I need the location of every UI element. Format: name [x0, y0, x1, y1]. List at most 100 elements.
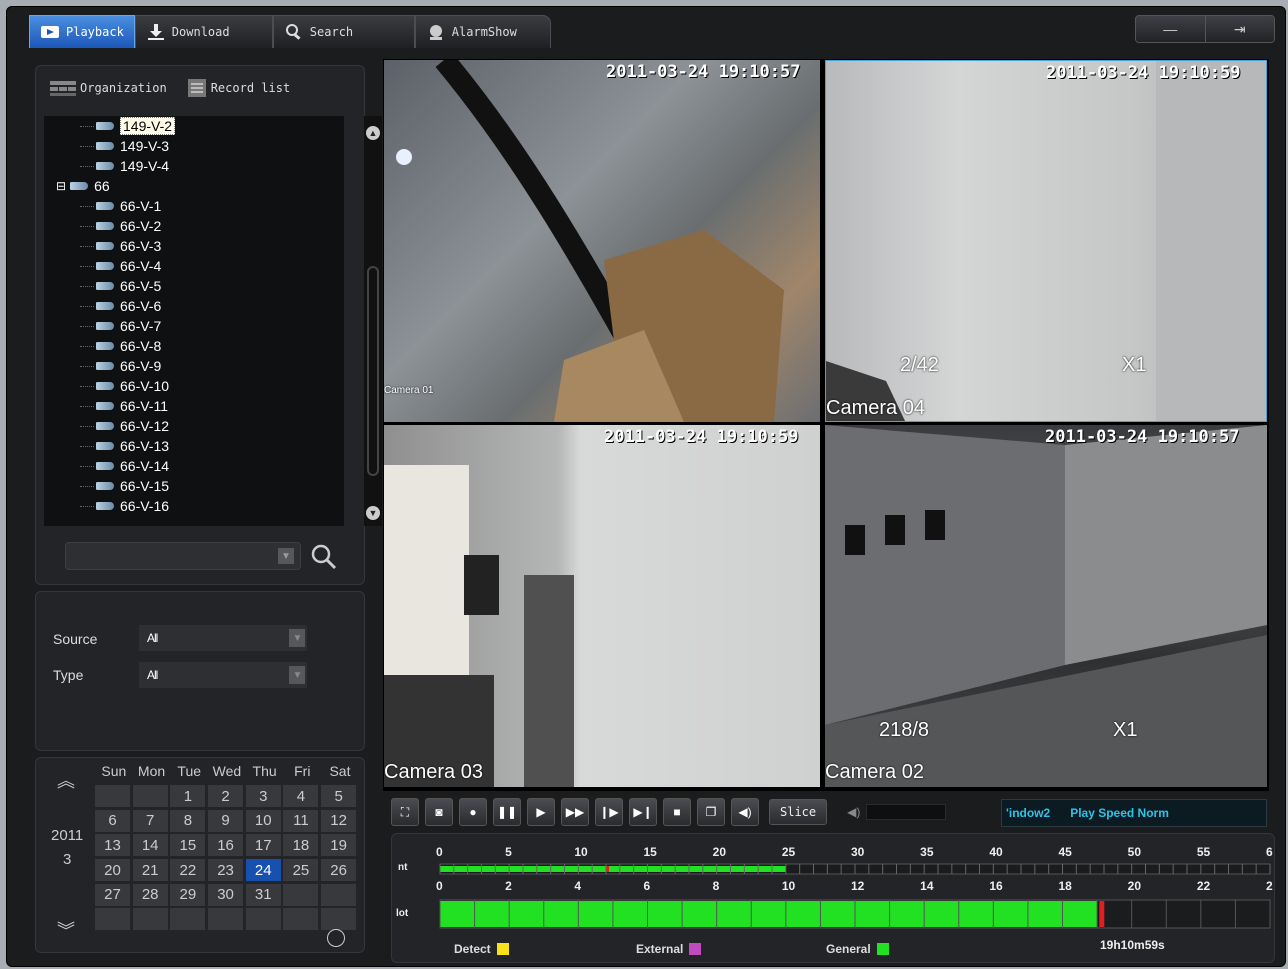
tree-group[interactable]: ⊟ 66	[44, 176, 344, 196]
play-button[interactable]: ▶	[527, 798, 555, 826]
tree-item[interactable]: 66-V-7	[44, 316, 344, 336]
weekday-label: Tue	[177, 763, 202, 779]
tree-item[interactable]: 66-V-1	[44, 196, 344, 216]
tree-scrollbar[interactable]: ▲ ▼	[364, 116, 382, 526]
tree-item[interactable]: 149-V-4	[44, 156, 344, 176]
calendar-day[interactable]: 8	[170, 809, 206, 832]
search-combo[interactable]: ▼	[65, 542, 301, 570]
scroll-down-icon[interactable]: ▼	[366, 506, 380, 520]
snapshot-button[interactable]: ◙	[425, 798, 453, 826]
source-select[interactable]: All ▼	[139, 625, 307, 651]
today-button[interactable]	[327, 929, 345, 947]
tree-item[interactable]: 66-V-16	[44, 496, 344, 516]
record-button[interactable]: ●	[459, 798, 487, 826]
tree-connector	[80, 505, 94, 507]
tree-item[interactable]: 149-V-3	[44, 136, 344, 156]
tree-item[interactable]: 66-V-10	[44, 376, 344, 396]
calendar-day[interactable]: 1	[170, 785, 206, 807]
next-month-icon[interactable]: ︾	[57, 917, 75, 943]
search-button[interactable]	[309, 542, 339, 572]
slice-button[interactable]: Slice	[769, 799, 828, 825]
scroll-up-icon[interactable]: ▲	[366, 126, 380, 140]
calendar-day[interactable]: 18	[283, 834, 319, 857]
tab-record-list[interactable]: Record list	[187, 78, 290, 98]
calendar-day[interactable]: 28	[132, 883, 168, 906]
calendar-day[interactable]: 24	[245, 859, 281, 882]
sound-button[interactable]: ◀)	[731, 798, 759, 826]
main-tabbar: Playback Download Search AlarmShow	[29, 15, 589, 48]
calendar-day[interactable]: 31	[245, 883, 281, 906]
pause-button[interactable]: ❚❚	[493, 798, 521, 826]
weekday-label: Wed	[212, 763, 242, 779]
tree-item[interactable]: 66-V-8	[44, 336, 344, 356]
calendar-day[interactable]: 23	[208, 859, 244, 882]
stop-icon: ■	[673, 805, 681, 819]
tree-item[interactable]: 66-V-9	[44, 356, 344, 376]
calendar-nav: ︽ 2011 3 ︾	[51, 767, 91, 949]
calendar-day[interactable]: 25	[283, 859, 319, 882]
tree-item-label: 66-V-2	[120, 218, 162, 234]
calendar-day[interactable]: 7	[132, 809, 168, 832]
calendar-day[interactable]: 26	[321, 859, 357, 882]
minimize-button[interactable]: —	[1136, 16, 1205, 42]
collapse-icon[interactable]: ⊟	[56, 179, 66, 193]
stop-button[interactable]: ■	[663, 798, 691, 826]
scroll-thumb[interactable]	[367, 266, 379, 476]
calendar-day[interactable]: 15	[170, 834, 206, 857]
calendar-day[interactable]: 5	[321, 785, 357, 807]
tree-item[interactable]: 66-V-13	[44, 436, 344, 456]
tree-item[interactable]: 66-V-11	[44, 396, 344, 416]
calendar-day[interactable]: 10	[245, 809, 281, 832]
type-select[interactable]: All ▼	[139, 662, 307, 688]
prev-month-icon[interactable]: ︽	[57, 767, 75, 793]
slow-play-button[interactable]: ❙▶	[595, 798, 623, 826]
tree-item[interactable]: 149-V-2	[44, 116, 344, 136]
calendar-day	[132, 908, 168, 931]
tab-organization[interactable]: Organization	[50, 78, 167, 98]
calendar-day[interactable]: 21	[132, 859, 168, 882]
tree-item[interactable]: 66-V-3	[44, 236, 344, 256]
tree-item[interactable]: 66-V-4	[44, 256, 344, 276]
tree-item[interactable]: 66-V-14	[44, 456, 344, 476]
exit-button[interactable]: ⇥	[1204, 16, 1274, 42]
calendar-day[interactable]: 4	[283, 785, 319, 807]
volume-slider[interactable]	[866, 804, 947, 820]
tree-item[interactable]: 66-V-6	[44, 296, 344, 316]
calendar-day[interactable]: 11	[283, 809, 319, 832]
calendar-day[interactable]: 6	[95, 809, 130, 832]
video-pane-2[interactable]: 2011-03-24 19:10:59 2/42 X1 Camera 04	[825, 60, 1267, 422]
video-pane-4[interactable]: 2011-03-24 19:10:57 218/8 X1 Camera 02	[825, 425, 1267, 787]
tab-search[interactable]: Search	[272, 15, 415, 48]
calendar-day[interactable]: 29	[170, 883, 206, 906]
calendar-day[interactable]: 14	[132, 834, 168, 857]
tree-item[interactable]: 66-V-15	[44, 476, 344, 496]
tab-alarmshow[interactable]: AlarmShow	[414, 15, 551, 48]
camera-icon	[96, 502, 114, 510]
calendar-day[interactable]: 12	[321, 809, 357, 832]
step-forward-button[interactable]: ▶❙	[629, 798, 657, 826]
calendar-day[interactable]: 22	[170, 859, 206, 882]
fast-forward-button[interactable]: ▶▶	[561, 798, 589, 826]
fullscreen-button[interactable]: ⛶	[391, 798, 419, 826]
layout-button[interactable]: ❐	[697, 798, 725, 826]
tree-item[interactable]: 66-V-5	[44, 276, 344, 296]
calendar-day[interactable]: 2	[208, 785, 244, 807]
calendar-day[interactable]: 20	[95, 859, 130, 882]
calendar-day	[95, 785, 130, 807]
video-pane-1[interactable]: 2011-03-24 19:10:57 Camera 01	[384, 60, 820, 422]
chevron-down-icon[interactable]: ▼	[278, 548, 294, 564]
calendar-day	[132, 785, 168, 807]
calendar-day[interactable]: 9	[208, 809, 244, 832]
calendar-day[interactable]: 27	[95, 883, 130, 906]
tab-download[interactable]: Download	[134, 15, 273, 48]
video-pane-3[interactable]: 2011-03-24 19:10:59 Camera 03	[384, 425, 820, 787]
tab-playback[interactable]: Playback	[29, 15, 135, 48]
calendar-day[interactable]: 16	[208, 834, 244, 857]
calendar-day[interactable]: 30	[208, 883, 244, 906]
calendar-day[interactable]: 17	[245, 834, 281, 857]
calendar-day[interactable]: 13	[95, 834, 130, 857]
calendar-day[interactable]: 19	[321, 834, 357, 857]
calendar-day[interactable]: 3	[245, 785, 281, 807]
tree-item[interactable]: 66-V-12	[44, 416, 344, 436]
tree-item[interactable]: 66-V-2	[44, 216, 344, 236]
